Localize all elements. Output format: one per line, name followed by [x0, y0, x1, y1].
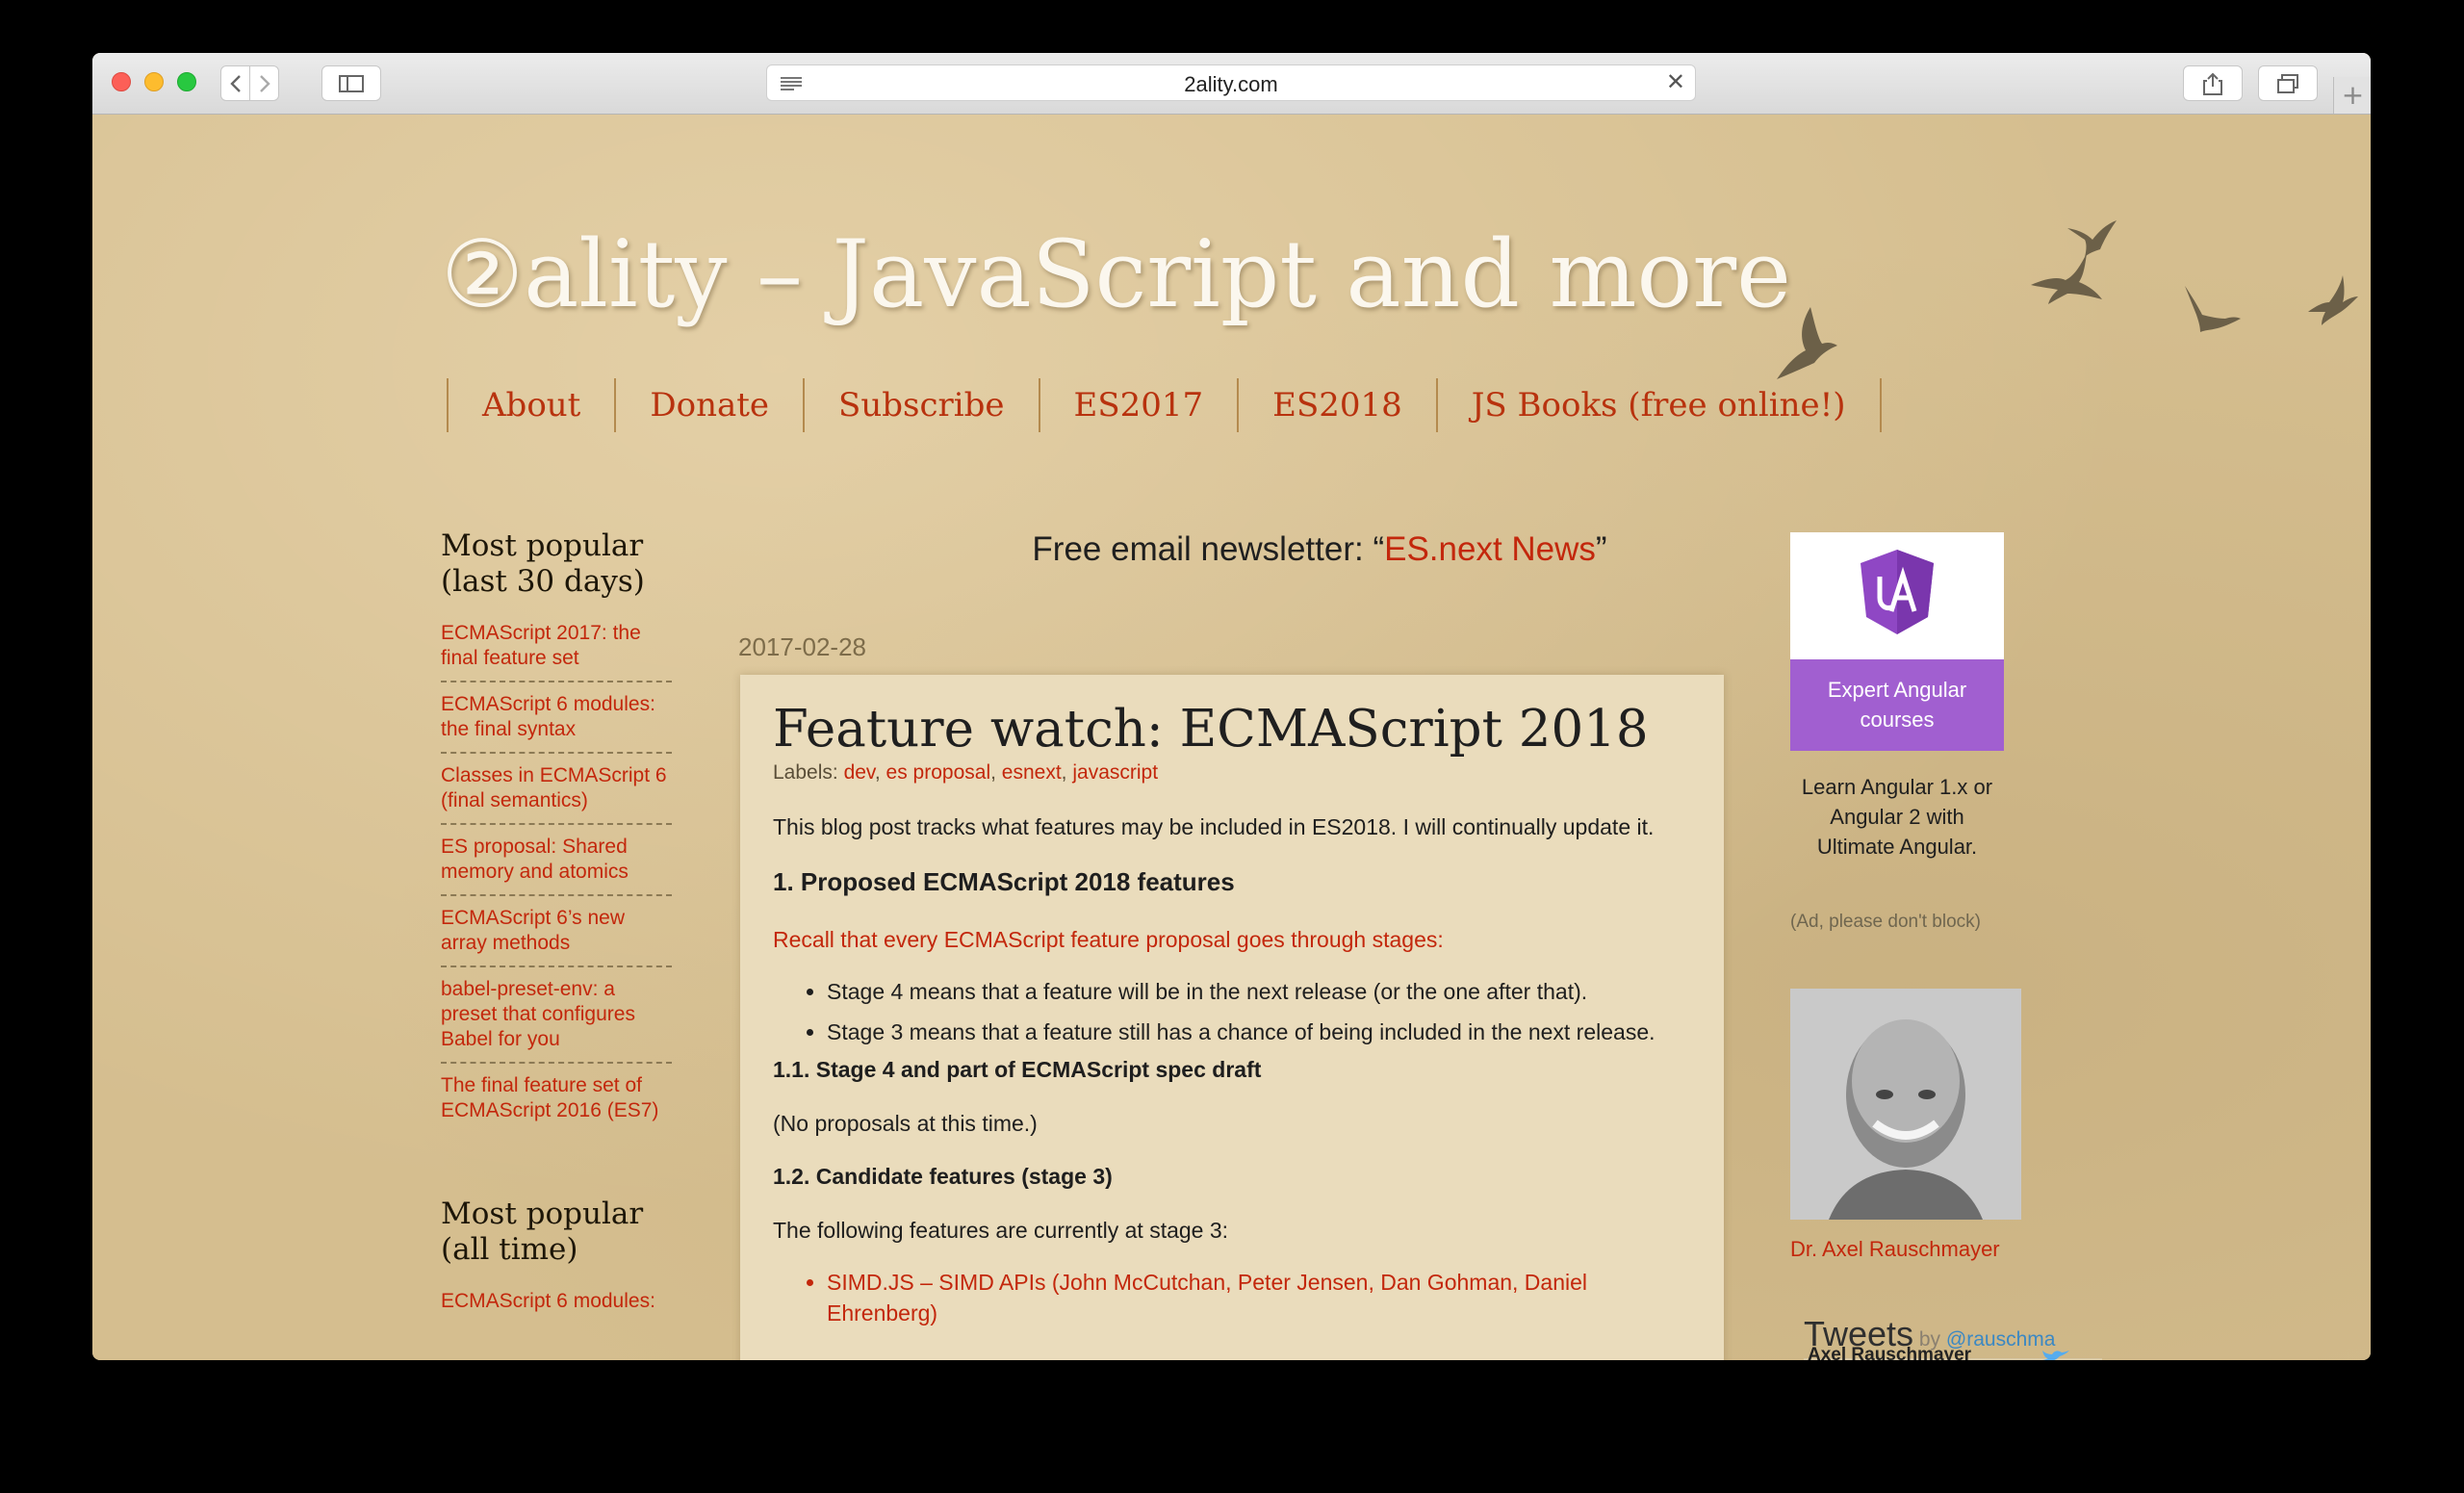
newsletter-text: Free email newsletter: “ — [1032, 530, 1385, 568]
tabs-icon — [2277, 73, 2298, 93]
stage3-list: SIMD.JS – SIMD APIs (John McCutchan, Pet… — [773, 1267, 1691, 1328]
popular-link[interactable]: ECMAScript 2017: the final feature set — [441, 621, 672, 682]
list-item: Stage 3 means that a feature still has a… — [827, 1017, 1691, 1047]
popular-all-time-list: ECMAScript 6 modules: — [441, 1289, 672, 1324]
popular-link[interactable]: babel-preset-env: a preset that configur… — [441, 967, 672, 1064]
nav-donate[interactable]: Donate — [616, 378, 806, 432]
browser-toolbar: 2ality.com ✕ + — [92, 53, 2371, 115]
ad-block[interactable]: Expert Angular courses Learn Angular 1.x… — [1790, 532, 2004, 862]
nav-es2017[interactable]: ES2017 — [1040, 378, 1240, 432]
nav-about[interactable]: About — [449, 378, 617, 432]
stages-list: Stage 4 means that a feature will be in … — [773, 976, 1691, 1047]
share-button[interactable] — [2183, 65, 2243, 101]
ad-logo[interactable] — [1790, 532, 2004, 659]
sidebar-icon — [339, 74, 364, 92]
heading-line: Most popular — [441, 528, 644, 563]
popular-30-days-heading: Most popular (last 30 days) — [441, 528, 672, 600]
sidebar-toggle-button[interactable] — [321, 65, 381, 101]
label-link[interactable]: es proposal — [886, 761, 991, 784]
bird-icon — [1777, 307, 1837, 379]
minimize-window-button[interactable] — [144, 72, 164, 91]
no-proposals-text: (No proposals at this time.) — [773, 1111, 1038, 1136]
share-icon — [2203, 72, 2222, 95]
post-labels: Labels: dev, es proposal, esnext, javasc… — [773, 761, 1159, 784]
label-link[interactable]: javascript — [1072, 761, 1158, 784]
proposal-link[interactable]: SIMD.JS – SIMD APIs (John McCutchan, Pet… — [827, 1267, 1691, 1328]
ultimate-angular-logo-icon — [1861, 550, 1934, 634]
popular-30-days-list: ECMAScript 2017: the final feature set E… — [441, 621, 672, 1133]
colon: : — [1437, 927, 1444, 952]
labels-prefix: Labels: — [773, 761, 844, 784]
bird-icon — [2031, 253, 2102, 304]
heading-line: (last 30 days) — [441, 564, 645, 599]
ad-description: Learn Angular 1.x or Angular 2 with Ulti… — [1801, 775, 1993, 859]
chevron-right-icon — [259, 74, 270, 92]
nav-js-books[interactable]: JS Books (free online!) — [1438, 378, 1880, 432]
tabs-overview-button[interactable] — [2258, 65, 2318, 101]
browser-window: 2ality.com ✕ + ②ality – JavaScript and m… — [92, 53, 2371, 1360]
author-name-link[interactable]: Dr. Axel Rauschmayer — [1790, 1237, 2000, 1262]
label-link[interactable]: dev — [844, 761, 875, 784]
ad-note: (Ad, please don't block) — [1790, 912, 1981, 932]
author-photo[interactable] — [1790, 989, 2021, 1220]
address-bar[interactable]: 2ality.com ✕ — [766, 64, 1696, 101]
new-tab-button[interactable]: + — [2333, 77, 2371, 114]
heading-line: Most popular — [441, 1197, 644, 1231]
popular-link[interactable]: ECMAScript 6’s new array methods — [441, 896, 672, 967]
list-item: Stage 4 means that a feature will be in … — [827, 976, 1691, 1007]
section-heading: 1. Proposed ECMAScript 2018 features — [773, 867, 1235, 896]
url-text: 2ality.com — [1184, 72, 1278, 96]
popular-link[interactable]: The final feature set of ECMAScript 2016… — [441, 1064, 672, 1133]
popular-all-time-heading: Most popular (all time) — [441, 1197, 672, 1268]
stages-link[interactable]: Recall that every ECMAScript feature pro… — [773, 927, 1437, 952]
post-date: 2017-02-28 — [738, 632, 866, 661]
newsletter-text: ” — [1595, 530, 1607, 568]
site-title[interactable]: ②ality – JavaScript and more — [441, 220, 1791, 328]
bird-icon — [2308, 275, 2358, 325]
popular-link[interactable]: ECMAScript 6 modules: — [441, 1289, 672, 1324]
post-title[interactable]: Feature watch: ECMAScript 2018 — [773, 700, 1691, 759]
nav-subscribe[interactable]: Subscribe — [805, 378, 1040, 432]
popular-link[interactable]: ES proposal: Shared memory and atomics — [441, 825, 672, 896]
left-sidebar: Most popular (last 30 days) ECMAScript 2… — [441, 528, 672, 1324]
newsletter-banner: Free email newsletter: “ES.next News” — [824, 530, 1815, 569]
author-portrait-icon — [1790, 989, 2021, 1220]
nav-es2018[interactable]: ES2018 — [1239, 378, 1438, 432]
twitter-bird-icon[interactable] — [2042, 1351, 2069, 1360]
bird-icon — [2185, 286, 2241, 332]
label-link[interactable]: esnext — [1002, 761, 1062, 784]
main-nav: About Donate Subscribe ES2017 ES2018 JS … — [447, 378, 1882, 432]
newsletter-link[interactable]: ES.next News — [1384, 530, 1596, 568]
ad-title[interactable]: Expert Angular courses — [1790, 659, 2004, 751]
blog-post: Feature watch: ECMAScript 2018 Labels: d… — [740, 675, 1724, 1360]
back-button[interactable] — [220, 65, 250, 101]
bird-icon — [2067, 220, 2117, 257]
stop-loading-icon[interactable]: ✕ — [1666, 68, 1685, 95]
tweet-author[interactable]: Axel Rauschmayer — [1808, 1345, 1971, 1360]
popular-link[interactable]: ECMAScript 6 modules: the final syntax — [441, 682, 672, 754]
heading-line: (all time) — [441, 1232, 578, 1267]
post-intro: This blog post tracks what features may … — [773, 814, 1655, 839]
chevron-left-icon — [229, 74, 241, 92]
stage3-intro: The following features are currently at … — [773, 1218, 1229, 1243]
subsection-heading: 1.1. Stage 4 and part of ECMAScript spec… — [773, 1057, 1262, 1082]
subsection-heading: 1.2. Candidate features (stage 3) — [773, 1164, 1113, 1189]
close-window-button[interactable] — [112, 72, 131, 91]
web-page: ②ality – JavaScript and more About Donat… — [92, 115, 2371, 1360]
zoom-window-button[interactable] — [177, 72, 196, 91]
forward-button[interactable] — [249, 65, 279, 101]
stages-intro: Recall that every ECMAScript feature pro… — [773, 924, 1691, 955]
popular-link[interactable]: Classes in ECMAScript 6 (final semantics… — [441, 754, 672, 825]
